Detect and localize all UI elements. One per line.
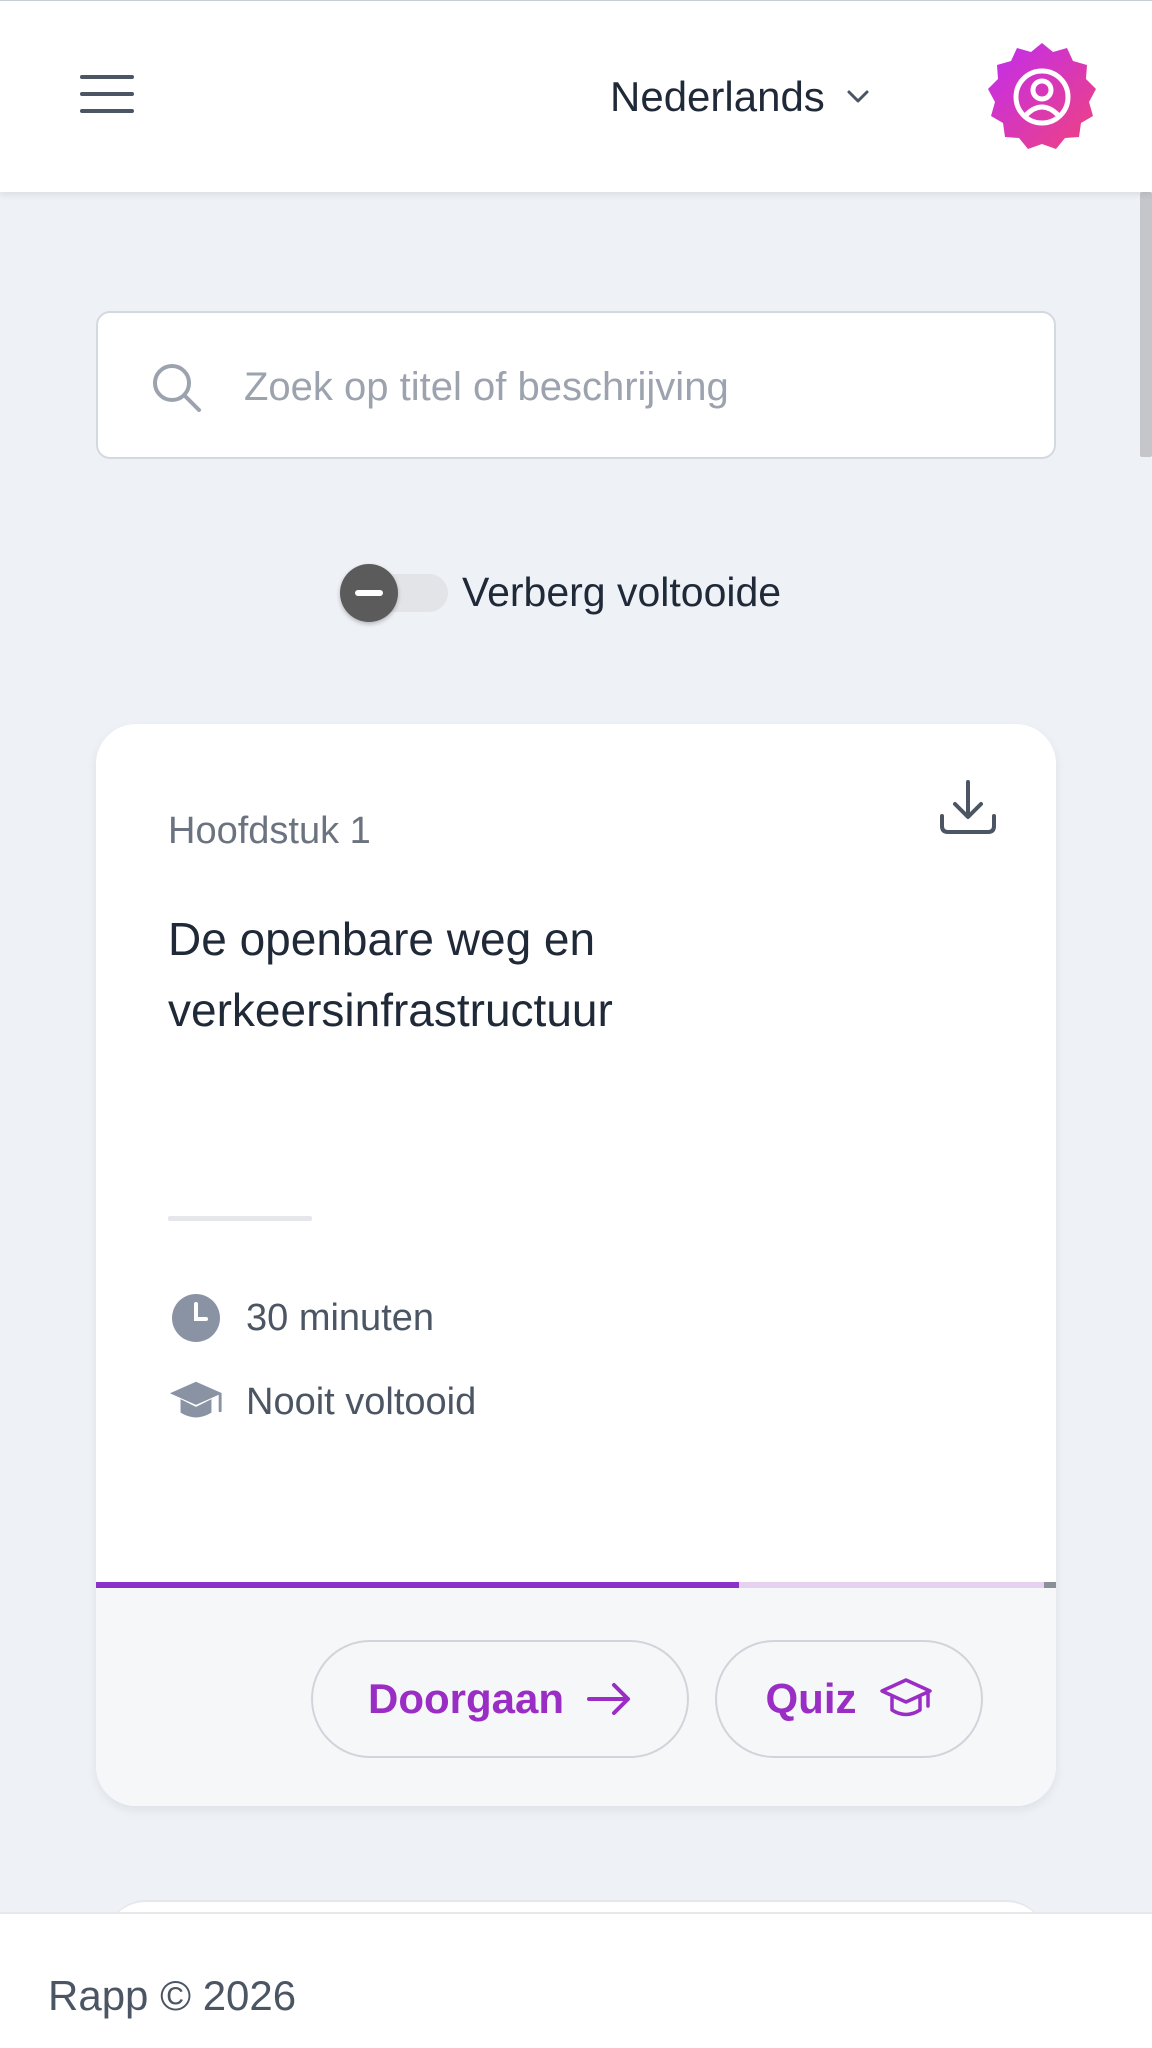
menu-icon-line (80, 75, 134, 79)
chapter-card: Hoofdstuk 1 De openbare weg en verkeersi… (96, 724, 1056, 1806)
user-avatar-icon[interactable] (986, 41, 1098, 153)
language-selector[interactable]: Nederlands (610, 67, 873, 127)
completion-status-row: Nooit voltooid (168, 1374, 476, 1430)
continue-label: Doorgaan (367, 1675, 564, 1722)
download-icon[interactable] (936, 776, 1000, 840)
graduation-cap-icon (168, 1374, 224, 1430)
duration-row: 30 minuten (168, 1290, 434, 1346)
clock-icon (168, 1290, 224, 1346)
search-box[interactable] (96, 311, 1056, 459)
quiz-label: Quiz (765, 1675, 857, 1722)
chevron-down-icon (847, 90, 869, 103)
footer-copyright: Rapp © 2026 (48, 1972, 297, 2019)
chapter-number: Hoofdstuk 1 (168, 810, 371, 852)
menu-icon-line (80, 92, 134, 96)
search-input[interactable] (244, 353, 1024, 421)
completion-status-text: Nooit voltooid (246, 1380, 477, 1423)
divider (168, 1216, 312, 1221)
arrow-right-icon (587, 1683, 630, 1715)
footer: Rapp © 2026 (0, 1912, 1152, 2048)
scrollbar[interactable] (1140, 192, 1152, 457)
quiz-button[interactable]: Quiz (715, 1640, 983, 1758)
menu-button[interactable] (78, 71, 136, 117)
chapter-title: De openbare weg en verkeersinfrastructuu… (168, 913, 613, 1036)
duration-text: 30 minuten (246, 1296, 435, 1339)
top-bar: Nederlands (0, 0, 1152, 192)
language-label: Nederlands (610, 73, 825, 120)
menu-icon-line (80, 109, 134, 113)
graduation-cap-icon (879, 1678, 932, 1717)
continue-button[interactable]: Doorgaan (311, 1640, 689, 1758)
search-icon (153, 364, 201, 412)
toggle-knob (340, 564, 398, 622)
hide-completed-filter: Verberg voltooide (336, 558, 781, 626)
hide-completed-toggle[interactable] (336, 562, 448, 622)
card-actions: Doorgaan Quiz (96, 1588, 1056, 1806)
hide-completed-label: Verberg voltooide (462, 568, 782, 615)
